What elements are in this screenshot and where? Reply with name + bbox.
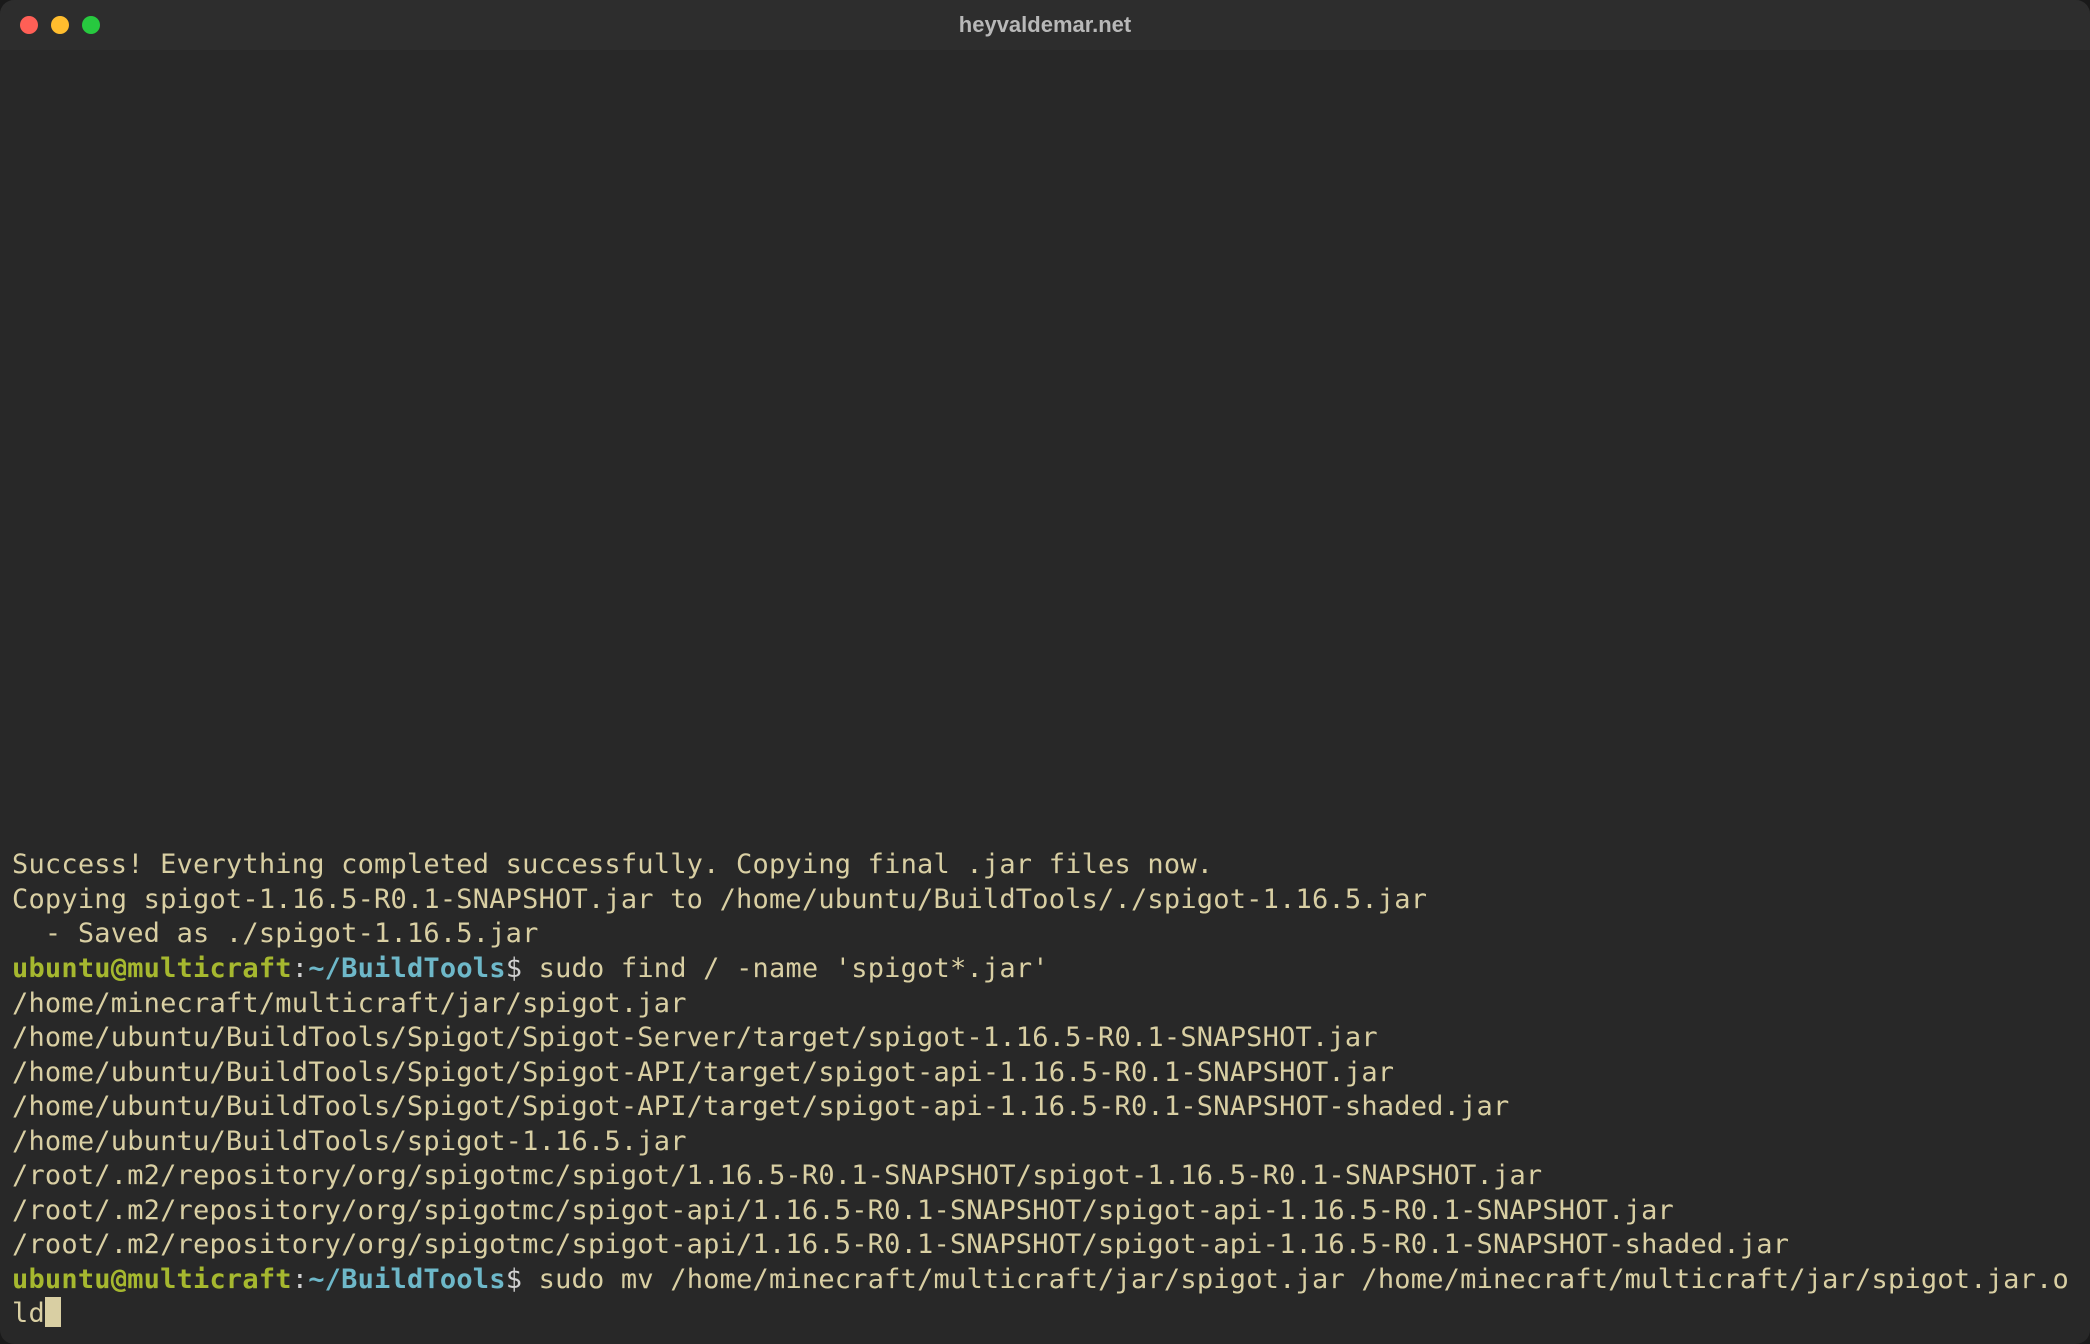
output-line: /home/ubuntu/BuildTools/spigot-1.16.5.ja… xyxy=(12,1125,2078,1160)
output-line: /home/ubuntu/BuildTools/Spigot/Spigot-AP… xyxy=(12,1090,2078,1125)
minimize-button[interactable] xyxy=(51,16,69,34)
cursor xyxy=(45,1297,61,1327)
prompt-line: ubuntu@multicraft:~/BuildTools$ sudo fin… xyxy=(12,952,2078,987)
maximize-button[interactable] xyxy=(82,16,100,34)
prompt-user: ubuntu@multicraft xyxy=(12,1264,292,1295)
terminal-window: heyvaldemar.net Success! Everything comp… xyxy=(0,0,2090,1344)
output-line: /root/.m2/repository/org/spigotmc/spigot… xyxy=(12,1228,2078,1263)
prompt-path: ~/BuildTools xyxy=(308,1264,505,1295)
prompt-separator: : xyxy=(292,953,308,984)
output-line: /root/.m2/repository/org/spigotmc/spigot… xyxy=(12,1194,2078,1229)
prompt-separator: : xyxy=(292,1264,308,1295)
prompt-line-current: ubuntu@multicraft:~/BuildTools$ sudo mv … xyxy=(12,1263,2078,1332)
output-line: /root/.m2/repository/org/spigotmc/spigot… xyxy=(12,1159,2078,1194)
prompt-dollar: $ xyxy=(506,953,522,984)
prompt-dollar: $ xyxy=(506,1264,522,1295)
output-line: Copying spigot-1.16.5-R0.1-SNAPSHOT.jar … xyxy=(12,883,2078,918)
output-line: /home/ubuntu/BuildTools/Spigot/Spigot-AP… xyxy=(12,1056,2078,1091)
close-button[interactable] xyxy=(20,16,38,34)
output-line: /home/ubuntu/BuildTools/Spigot/Spigot-Se… xyxy=(12,1021,2078,1056)
output-line: /home/minecraft/multicraft/jar/spigot.ja… xyxy=(12,987,2078,1022)
command-text: sudo find / -name 'spigot*.jar' xyxy=(522,953,1049,984)
traffic-lights xyxy=(20,16,100,34)
terminal-body[interactable]: Success! Everything completed successful… xyxy=(0,50,2090,1344)
window-title: heyvaldemar.net xyxy=(959,12,1131,38)
output-line: - Saved as ./spigot-1.16.5.jar xyxy=(12,917,2078,952)
prompt-path: ~/BuildTools xyxy=(308,953,505,984)
output-line: Success! Everything completed successful… xyxy=(12,848,2078,883)
prompt-user: ubuntu@multicraft xyxy=(12,953,292,984)
titlebar[interactable]: heyvaldemar.net xyxy=(0,0,2090,50)
